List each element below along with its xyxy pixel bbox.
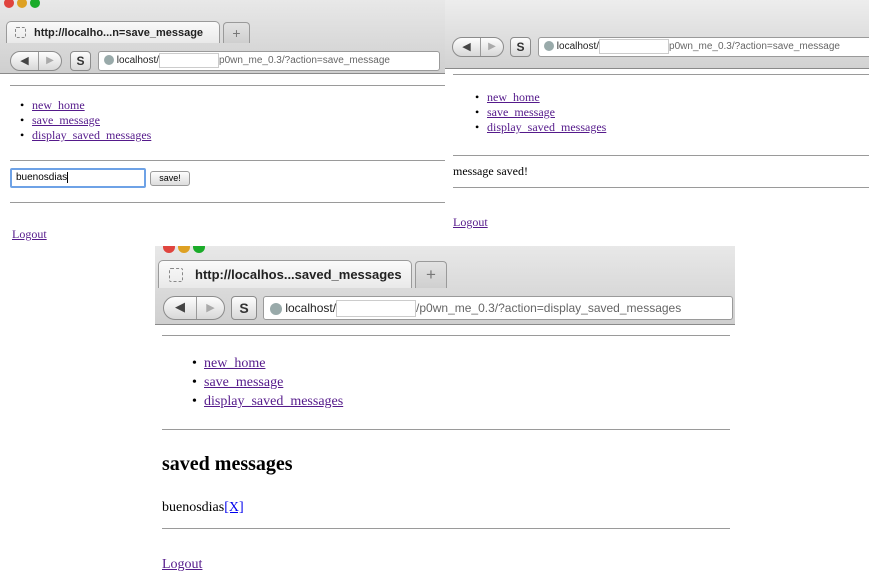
forward-arrow-icon[interactable]: ▶: [39, 52, 61, 70]
divider-middle: [162, 429, 730, 430]
blank-page-icon: [169, 268, 183, 282]
nav-list: new_home save_message display_saved_mess…: [475, 90, 606, 135]
url-path: p0wn_me_0.3/?action=save_message: [219, 55, 390, 66]
tab-saved-messages[interactable]: http://localhos...saved_messages: [158, 260, 412, 288]
save-button[interactable]: save!: [150, 171, 190, 186]
message-input[interactable]: buenosdias: [10, 168, 146, 188]
browser-window-display-saved-messages: http://localhos...saved_messages + ◀ ▶ S…: [155, 246, 735, 574]
nav-item-new-home: new_home: [20, 98, 151, 113]
save-message-link[interactable]: save_message: [32, 113, 100, 127]
url-host: localhost/: [285, 301, 337, 315]
nav-list: new_home save_message display_saved_mess…: [192, 354, 343, 411]
window-controls: [163, 246, 208, 253]
browser-window-message-saved: ◀ ▶ S localhost/p0wn_me_0.3/?action=save…: [445, 0, 869, 250]
globe-icon: [270, 302, 282, 315]
zoom-window-icon[interactable]: [30, 0, 40, 8]
redacted-path-segment: [159, 52, 220, 68]
nav-item-new-home: new_home: [475, 90, 606, 105]
forward-arrow-icon[interactable]: ▶: [197, 297, 224, 319]
back-forward-buttons: ◀ ▶: [10, 51, 62, 71]
save-message-link[interactable]: save_message: [487, 105, 555, 119]
browser-toolbar: ◀ ▶ S localhost/p0wn_me_0.3/?action=save…: [445, 0, 869, 69]
text-cursor: [67, 172, 69, 183]
redacted-path-segment: [599, 38, 670, 54]
nav-item-save-message: save_message: [475, 105, 606, 120]
url-path: /p0wn_me_0.3/?action=display_saved_messa…: [416, 301, 682, 315]
divider-top: [10, 85, 445, 86]
logout-link[interactable]: Logout: [12, 227, 47, 242]
nav-item-display-saved-messages: display_saved_messages: [20, 128, 151, 143]
globe-icon: [544, 41, 554, 52]
divider-bottom: [453, 187, 869, 188]
s-extension-button[interactable]: S: [231, 296, 257, 320]
new-tab-button[interactable]: +: [223, 22, 250, 43]
nav-item-save-message: save_message: [20, 113, 151, 128]
save-message-link[interactable]: save_message: [204, 375, 283, 390]
url-path: p0wn_me_0.3/?action=save_message: [669, 41, 840, 52]
divider-middle: [453, 155, 869, 156]
url-host: localhost/: [556, 41, 600, 52]
new-tab-button[interactable]: +: [415, 261, 447, 288]
display-saved-messages-link[interactable]: display_saved_messages: [487, 120, 606, 134]
zoom-window-icon[interactable]: [193, 246, 205, 253]
address-bar[interactable]: localhost/ /p0wn_me_0.3/?action=display_s…: [263, 296, 733, 320]
nav-item-save-message: save_message: [192, 373, 343, 392]
forward-arrow-icon[interactable]: ▶: [481, 38, 503, 56]
new-home-link[interactable]: new_home: [487, 90, 540, 104]
divider-bottom: [162, 528, 730, 529]
divider-bottom: [10, 202, 445, 203]
s-extension-button[interactable]: S: [510, 37, 531, 57]
nav-list: new_home save_message display_saved_mess…: [20, 98, 151, 143]
window-controls: [4, 0, 43, 8]
back-arrow-icon[interactable]: ◀: [164, 297, 197, 319]
minimize-window-icon[interactable]: [17, 0, 27, 8]
address-bar[interactable]: localhost/p0wn_me_0.3/?action=save_messa…: [98, 51, 440, 71]
tab-title: http://localhos...saved_messages: [195, 267, 402, 282]
browser-toolbar: http://localho...n=save_message + ◀ ▶ S …: [0, 0, 445, 74]
redacted-path-segment: [336, 300, 417, 318]
globe-icon: [104, 55, 114, 66]
browser-window-save-message: http://localho...n=save_message + ◀ ▶ S …: [0, 0, 445, 250]
blank-page-icon: [15, 27, 26, 38]
logout-link[interactable]: Logout: [453, 215, 488, 230]
back-arrow-icon[interactable]: ◀: [11, 52, 39, 70]
status-message: message saved!: [453, 164, 528, 178]
divider-top: [162, 335, 730, 336]
minimize-window-icon[interactable]: [178, 246, 190, 253]
display-saved-messages-link[interactable]: display_saved_messages: [204, 394, 343, 409]
new-home-link[interactable]: new_home: [204, 356, 265, 371]
logout-link[interactable]: Logout: [162, 557, 202, 573]
url-host: localhost/: [116, 55, 160, 66]
back-forward-buttons: ◀ ▶: [452, 37, 504, 57]
saved-message-text: buenosdias: [162, 500, 225, 515]
page-heading: saved messages: [162, 453, 293, 475]
saved-message-row: buenosdias[X]: [162, 500, 244, 516]
divider-middle: [10, 160, 445, 161]
nav-item-display-saved-messages: display_saved_messages: [192, 392, 343, 411]
display-saved-messages-link[interactable]: display_saved_messages: [32, 128, 151, 142]
close-window-icon[interactable]: [163, 246, 175, 253]
divider-top: [453, 74, 869, 75]
new-home-link[interactable]: new_home: [32, 98, 85, 112]
close-window-icon[interactable]: [4, 0, 14, 8]
s-extension-button[interactable]: S: [70, 51, 91, 71]
address-bar[interactable]: localhost/p0wn_me_0.3/?action=save_messa…: [538, 37, 869, 57]
tab-title: http://localho...n=save_message: [34, 27, 204, 39]
delete-message-link[interactable]: [X]: [224, 500, 243, 515]
nav-item-new-home: new_home: [192, 354, 343, 373]
message-input-value: buenosdias: [16, 172, 68, 184]
back-arrow-icon[interactable]: ◀: [453, 38, 481, 56]
back-forward-buttons: ◀ ▶: [163, 296, 225, 320]
nav-item-display-saved-messages: display_saved_messages: [475, 120, 606, 135]
tab-save-message[interactable]: http://localho...n=save_message: [6, 21, 220, 43]
browser-toolbar: http://localhos...saved_messages + ◀ ▶ S…: [155, 246, 735, 325]
